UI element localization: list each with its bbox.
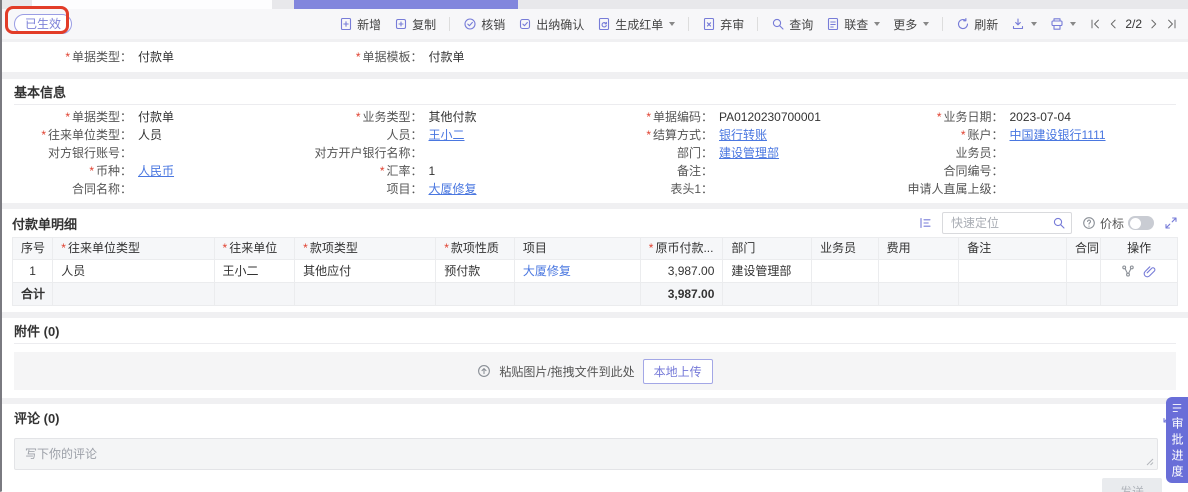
upload-circle-icon [477, 364, 491, 378]
payment-detail-section: 付款单明细 价标 序号 *往来单位类型 *往来单位 *款项类型 [2, 209, 1188, 312]
field-person: 人员：王小二 [305, 126, 596, 144]
field-remark: 备注： [595, 162, 886, 180]
field-currency: *币种：人民币 [14, 162, 305, 180]
comments-title: 评论 (0) [14, 408, 60, 427]
toolbar-separator [688, 17, 689, 31]
more-button[interactable]: 更多 [893, 16, 929, 33]
doc-plus-icon [339, 17, 353, 31]
copy-button[interactable]: 复制 [394, 16, 436, 33]
field-settlement-method: *结算方式：银行转账 [595, 126, 886, 144]
chevron-down-icon [1070, 22, 1076, 26]
copy-plus-icon [394, 17, 408, 31]
status-toolbar-row: 已生效 新增 复制 核销 出纳确认 生成红单 弃审 [2, 9, 1188, 39]
field-contract-name: 合同名称： [14, 180, 305, 198]
field-account: *账户：中国建设银行1111 [886, 126, 1177, 144]
next-page-icon[interactable] [1148, 18, 1160, 30]
doc-type-row: *单据类型： 付款单 *单据模板： 付款单 [2, 42, 1188, 72]
download-button[interactable] [1011, 17, 1037, 31]
row-project-link[interactable]: 大厦修复 [523, 264, 571, 278]
field-exchange-rate: *汇率：1 [305, 162, 596, 180]
chevron-down-icon [874, 22, 880, 26]
help-icon[interactable] [1082, 216, 1096, 230]
print-button[interactable] [1050, 17, 1076, 31]
linked-query-button[interactable]: 联查 [826, 16, 880, 33]
verify-button[interactable]: 核销 [463, 16, 505, 33]
field-applicant-supervisor: 申请人直属上级： [886, 180, 1177, 198]
inactive-tab[interactable] [32, 0, 272, 9]
doc-lines-icon [826, 17, 840, 31]
upload-hint: 粘贴图片/拖拽文件到此处 [499, 363, 634, 380]
approval-progress-label: 审批进度 [1170, 417, 1184, 481]
refresh-icon [956, 17, 970, 31]
active-tab[interactable] [294, 0, 518, 9]
field-opponent-bank-name: 对方开户银行名称： [305, 144, 596, 162]
expand-icon[interactable] [1164, 216, 1178, 230]
attachment-icon[interactable] [1143, 264, 1157, 278]
badge-check-icon [463, 17, 477, 31]
field-doc-code: *单据编码：PA0120230700001 [595, 108, 886, 126]
toolbar-separator [449, 17, 450, 31]
field-doc-type: *单据类型： 付款单 [14, 48, 305, 66]
refresh-button[interactable]: 刷新 [956, 16, 998, 33]
field-business-type: *业务类型：其他付款 [305, 108, 596, 126]
table-row: 1 人员 王小二 其他应付 预付款 大厦修复 3,987.00 建设管理部 [13, 260, 1178, 283]
doc-refresh-icon [597, 17, 611, 31]
first-page-icon[interactable] [1089, 18, 1101, 30]
cashier-confirm-button[interactable]: 出纳确认 [518, 16, 584, 33]
field-contract-code: 合同编号： [886, 162, 1177, 180]
quick-locate-search [942, 212, 1072, 234]
field-opponent-bank-account: 对方银行账号： [14, 144, 305, 162]
generate-red-order-button[interactable]: 生成红单 [597, 16, 675, 33]
doc-x-icon [702, 17, 716, 31]
comment-input[interactable] [14, 438, 1158, 470]
browser-tab-strip [2, 0, 1188, 9]
basic-info-section: 基本信息 *单据类型：付款单 *业务类型：其他付款 *单据编码：PA012023… [2, 79, 1188, 203]
price-toggle[interactable] [1128, 216, 1154, 230]
field-header1: 表头1： [595, 180, 886, 198]
field-doc-type: *单据类型：付款单 [14, 108, 305, 126]
query-button[interactable]: 查询 [771, 16, 813, 33]
chevron-down-icon [923, 22, 929, 26]
toolbar-separator [757, 17, 758, 31]
page-indicator: 2/2 [1125, 17, 1142, 31]
detail-title: 付款单明细 [12, 214, 77, 233]
search-icon[interactable] [1052, 216, 1066, 230]
send-button[interactable]: 发送 [1102, 478, 1162, 492]
download-icon [1011, 17, 1025, 31]
prev-page-icon[interactable] [1107, 18, 1119, 30]
chevron-down-icon [1031, 22, 1037, 26]
flow-icon[interactable] [1121, 264, 1135, 278]
field-counterparty-type: *往来单位类型：人员 [14, 126, 305, 144]
attachments-title: 附件 (0) [14, 321, 60, 340]
field-doc-template: *单据模板： 付款单 [305, 48, 596, 66]
resize-grip[interactable] [1146, 458, 1154, 466]
field-salesperson: 业务员： [886, 144, 1177, 162]
field-business-date: *业务日期：2023-07-04 [886, 108, 1177, 126]
field-department: 部门：建设管理部 [595, 144, 886, 162]
price-toggle-label: 价标 [1100, 215, 1124, 232]
column-settings-icon[interactable] [918, 216, 932, 230]
local-upload-button[interactable]: 本地上传 [643, 359, 713, 384]
basic-info-title: 基本信息 [14, 82, 66, 101]
pagination: 2/2 [1089, 17, 1178, 31]
printer-icon [1050, 17, 1064, 31]
add-button[interactable]: 新增 [339, 16, 381, 33]
search-icon [771, 17, 785, 31]
table-total-row: 合计 3,987.00 [13, 283, 1178, 306]
toolbar: 新增 复制 核销 出纳确认 生成红单 弃审 查询 [339, 16, 1178, 33]
comments-section: 评论 (0) 发送 [2, 404, 1188, 492]
last-page-icon[interactable] [1166, 18, 1178, 30]
status-badge: 已生效 [14, 14, 72, 34]
chevron-down-icon [669, 22, 675, 26]
upload-dropzone[interactable]: 粘贴图片/拖拽文件到此处 本地上传 [14, 352, 1176, 390]
abandon-approval-button[interactable]: 弃审 [702, 16, 744, 33]
table-header-row: 序号 *往来单位类型 *往来单位 *款项类型 *款项性质 项目 *原币付款...… [13, 238, 1178, 260]
checkbox-check-icon [518, 17, 532, 31]
toolbar-separator [942, 17, 943, 31]
field-project: 项目：大厦修复 [305, 180, 596, 198]
approval-progress-tab[interactable]: 审批进度 [1166, 397, 1188, 483]
attachments-section: 附件 (0) 粘贴图片/拖拽文件到此处 本地上传 [2, 318, 1188, 398]
approval-flow-icon [1171, 402, 1183, 414]
payment-detail-table: 序号 *往来单位类型 *往来单位 *款项类型 *款项性质 项目 *原币付款...… [12, 237, 1178, 306]
